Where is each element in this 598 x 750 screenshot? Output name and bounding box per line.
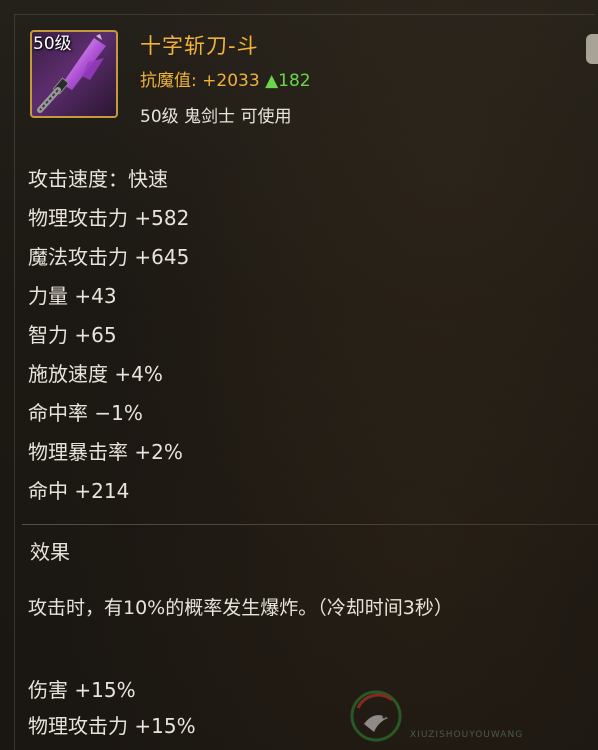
stat-hit: 命中 +214 <box>28 479 130 503</box>
effect-description: 攻击时，有10%的概率发生爆炸。（冷却时间3秒） <box>28 597 453 619</box>
resist-row: 抗魔值: +2033 ▲182 <box>140 70 311 92</box>
stat-physical-crit: 物理暴击率 +2% <box>28 440 183 464</box>
scroll-handle[interactable] <box>586 34 598 64</box>
resist-value: +2033 <box>202 71 260 91</box>
watermark: XIUZISHOUYOUWANG <box>348 688 598 750</box>
requirement-text: 50级 鬼剑士 可使用 <box>140 107 292 127</box>
stat-magic-attack: 魔法攻击力 +645 <box>28 245 190 269</box>
bonus-physical-attack: 物理攻击力 +15% <box>28 714 196 738</box>
stat-intelligence: 智力 +65 <box>28 323 117 347</box>
item-tooltip: 50级 十字斩刀-斗 抗魔值: +2033 ▲182 50级 鬼剑士 可使用 攻… <box>0 0 598 750</box>
section-divider <box>22 524 598 525</box>
stat-attack-speed: 攻击速度：快速 <box>28 167 168 191</box>
stats-list: 攻击速度：快速 物理攻击力 +582 魔法攻击力 +645 力量 +43 智力 … <box>28 160 189 511</box>
watermark-subtext: XIUZISHOUYOUWANG <box>410 730 524 740</box>
stat-cast-speed: 施放速度 +4% <box>28 362 163 386</box>
stat-strength: 力量 +43 <box>28 284 117 308</box>
stat-physical-attack: 物理攻击力 +582 <box>28 206 190 230</box>
item-name: 十字斩刀-斗 <box>140 34 259 58</box>
item-level-badge: 50级 <box>33 34 72 54</box>
bird-logo-icon <box>350 690 402 742</box>
resist-delta: ▲182 <box>265 71 311 91</box>
resist-label: 抗魔值: <box>140 71 197 91</box>
effect-bonus-list: 伤害 +15% 物理攻击力 +15% <box>28 672 196 744</box>
stat-hit-rate: 命中率 −1% <box>28 401 143 425</box>
bonus-damage: 伤害 +15% <box>28 678 136 702</box>
effect-title: 效果 <box>30 540 70 564</box>
